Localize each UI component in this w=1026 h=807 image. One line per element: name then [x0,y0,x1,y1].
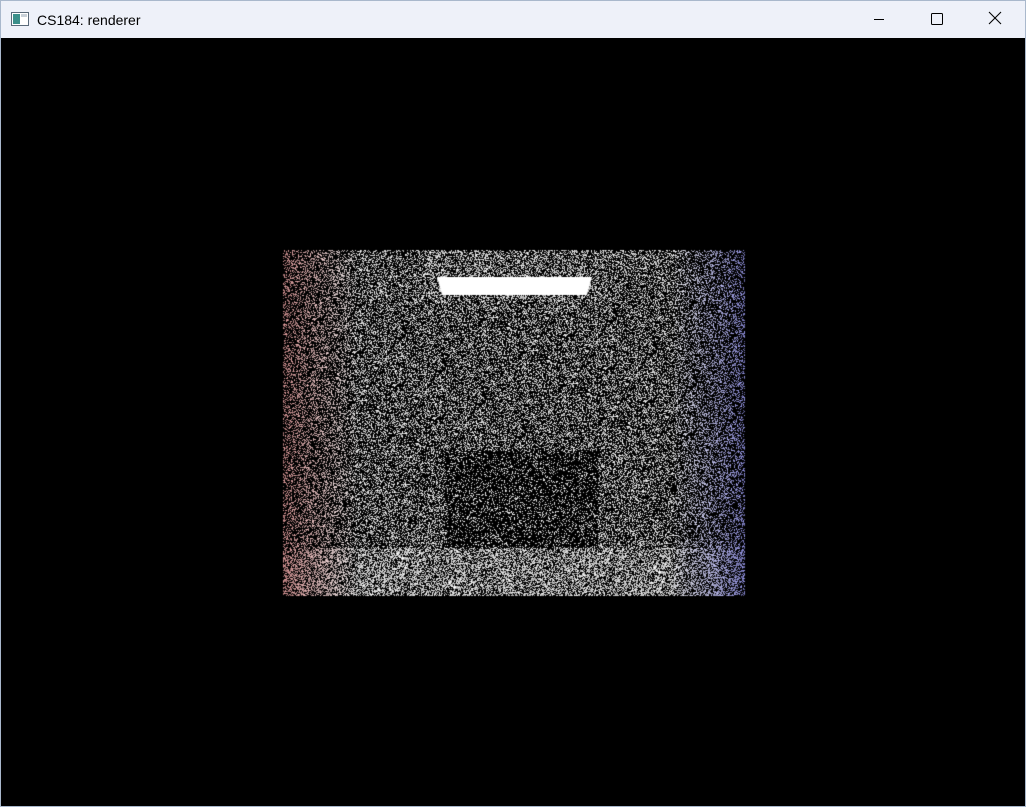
close-button[interactable] [966,1,1024,38]
minimize-button[interactable] [850,1,908,38]
title-bar[interactable]: CS184: renderer [1,1,1025,38]
maximize-icon [931,12,943,28]
minimize-icon [873,12,885,28]
application-window-icon [11,12,29,26]
close-icon [988,11,1002,28]
render-viewport[interactable] [1,38,1025,806]
maximize-button[interactable] [908,1,966,38]
window-title: CS184: renderer [37,12,141,28]
app-window: CS184: renderer [0,0,1026,807]
cornell-box-render[interactable] [1,38,1025,806]
